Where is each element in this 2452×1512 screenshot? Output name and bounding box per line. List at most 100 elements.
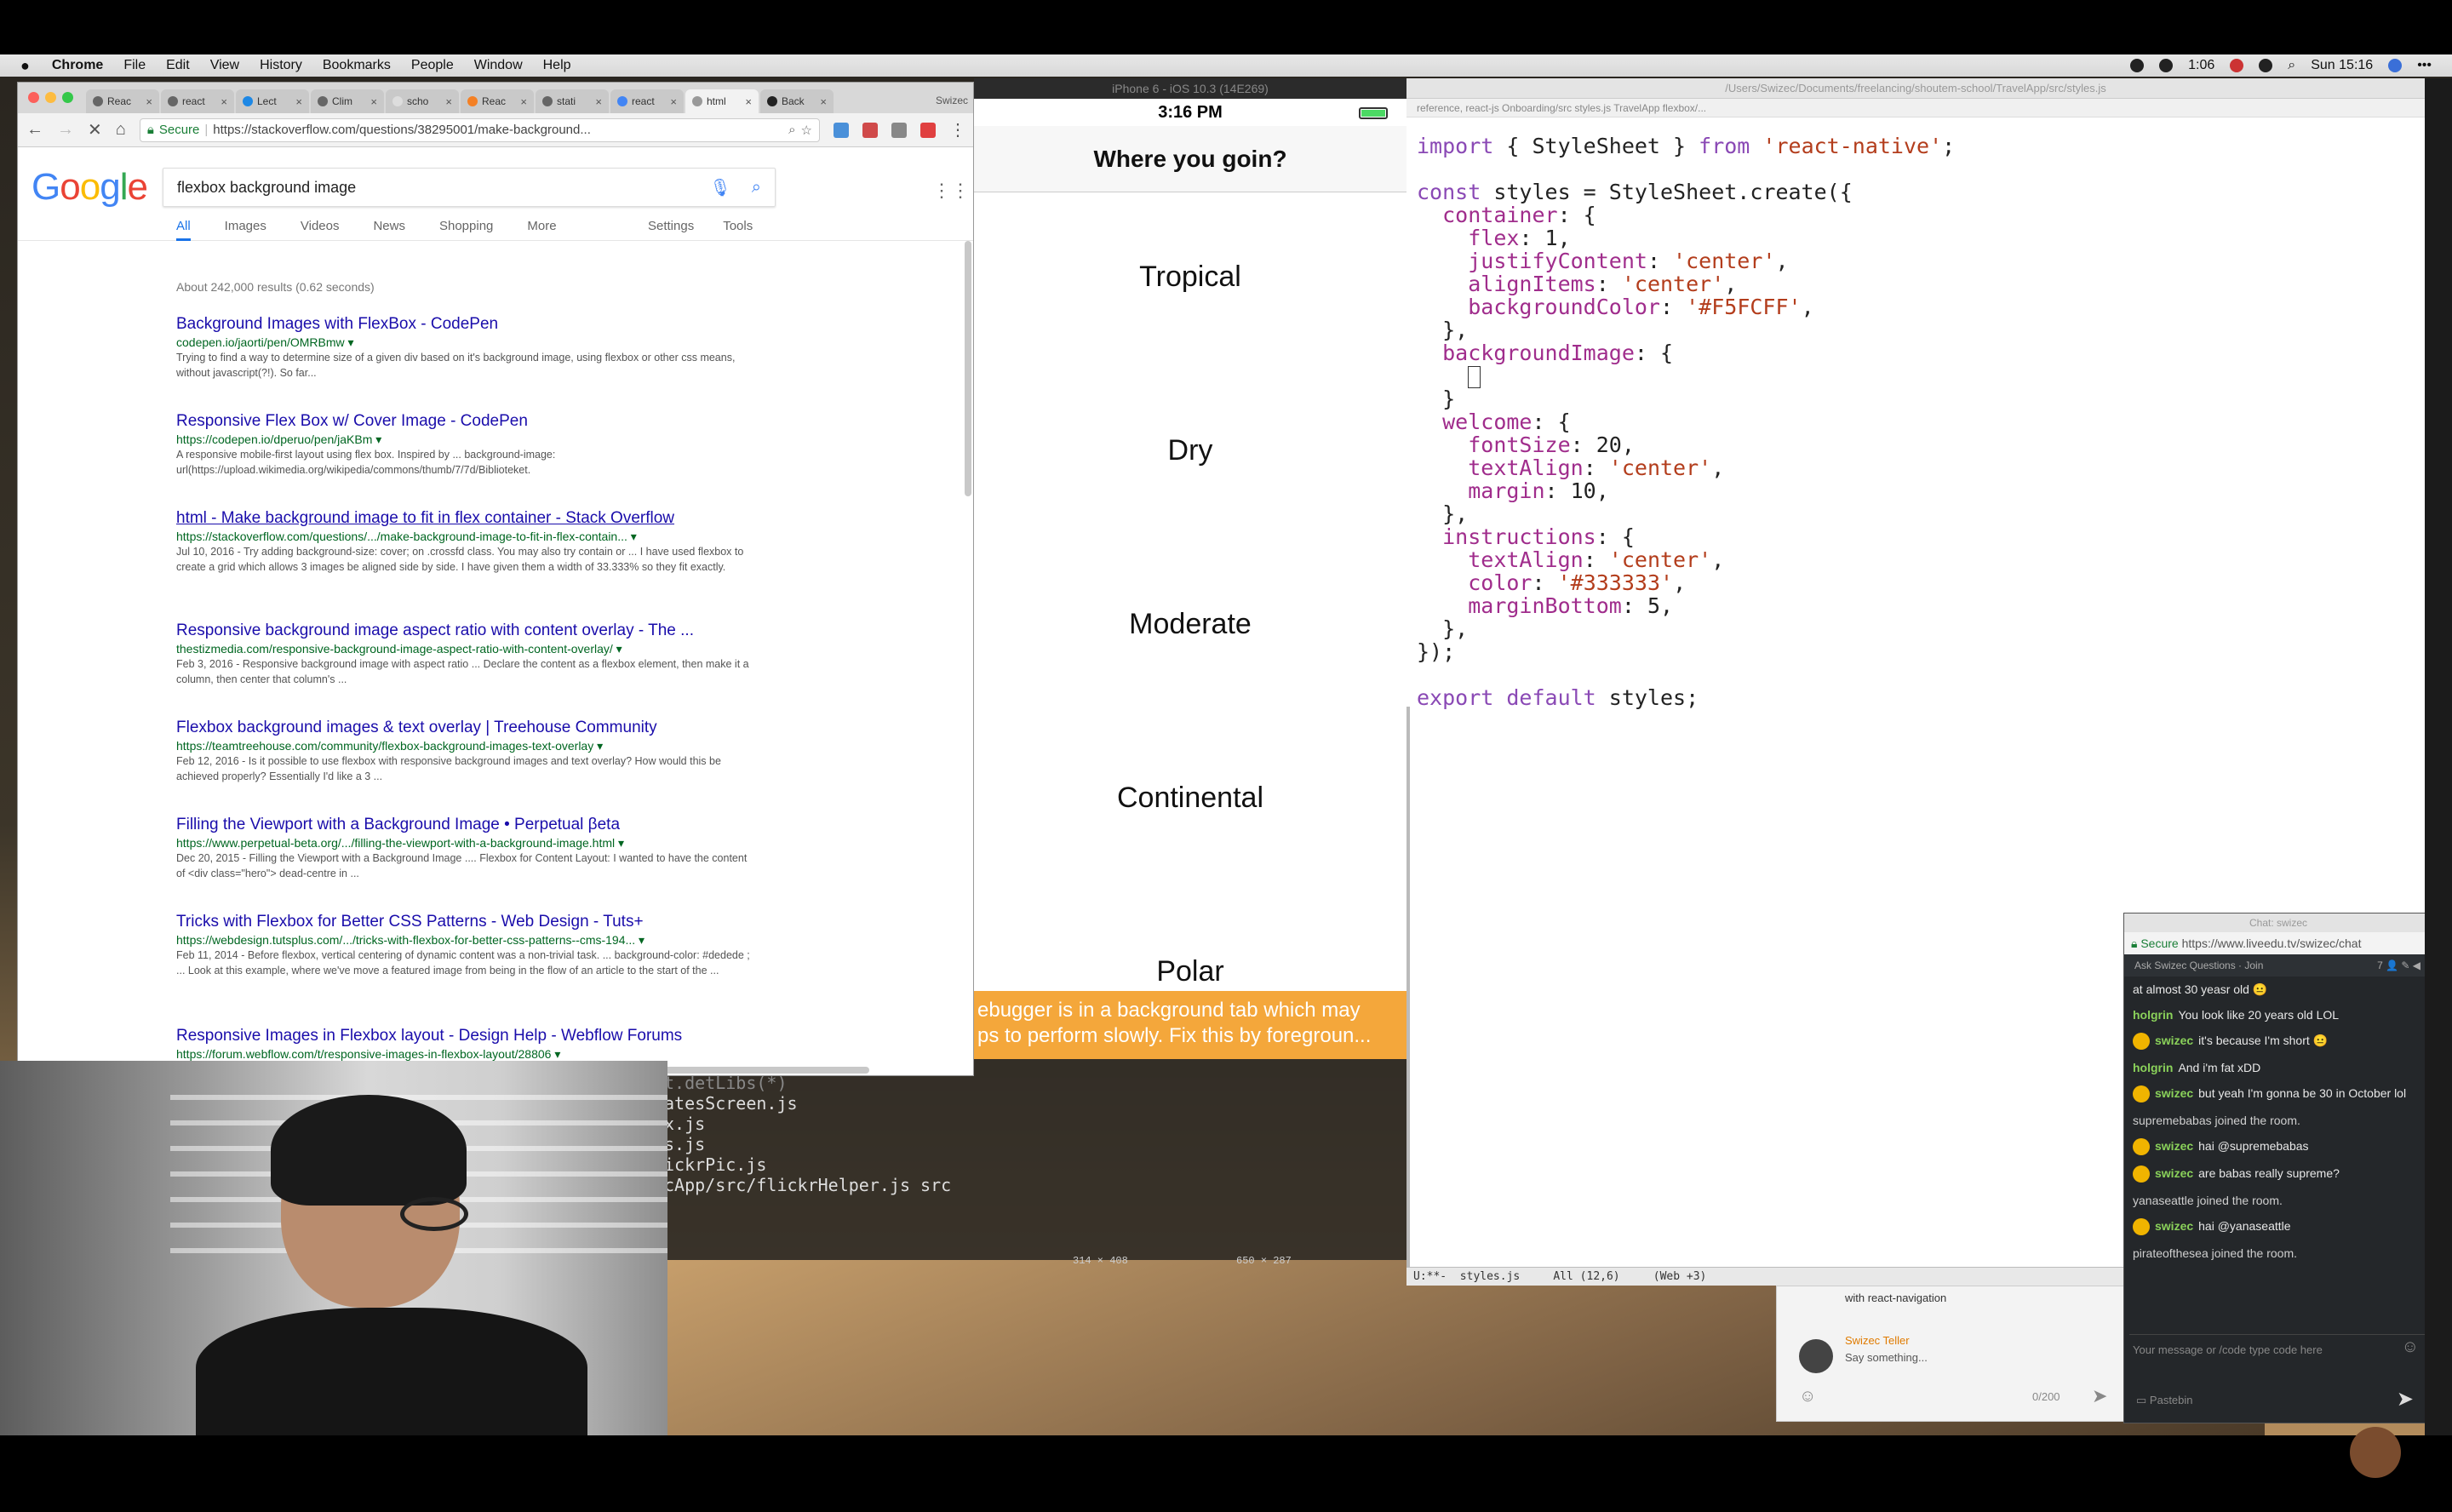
code-line[interactable] bbox=[1417, 364, 2416, 388]
menu-help[interactable]: Help bbox=[543, 58, 571, 73]
menubar-clock[interactable]: Sun 15:16 bbox=[2311, 58, 2373, 73]
result-url[interactable]: https://forum.webflow.com/t/responsive-i… bbox=[176, 1046, 755, 1062]
code-line[interactable] bbox=[1417, 663, 2416, 686]
tab-close-icon[interactable]: × bbox=[820, 95, 827, 108]
result-title-link[interactable]: Responsive Flex Box w/ Cover Image - Cod… bbox=[176, 411, 755, 432]
tab-close-icon[interactable]: × bbox=[221, 95, 227, 108]
window-close-button[interactable] bbox=[28, 92, 39, 103]
code-line[interactable]: } bbox=[1417, 387, 2416, 410]
extension-icon[interactable] bbox=[920, 122, 936, 138]
code-line[interactable]: backgroundImage: { bbox=[1417, 341, 2416, 364]
window-zoom-button[interactable] bbox=[62, 92, 73, 103]
menu-view[interactable]: View bbox=[210, 58, 239, 73]
code-line[interactable]: }, bbox=[1417, 318, 2416, 341]
menu-edit[interactable]: Edit bbox=[166, 58, 190, 73]
zoom-icon[interactable]: ⌕ bbox=[788, 123, 795, 137]
chat-username[interactable]: swizec bbox=[2155, 1086, 2193, 1100]
result-title-link[interactable]: Responsive background image aspect ratio… bbox=[176, 621, 755, 641]
result-url[interactable]: https://codepen.io/dperuo/pen/jaKBm ▾ bbox=[176, 432, 755, 447]
menu-people[interactable]: People bbox=[411, 58, 454, 73]
tab-close-icon[interactable]: × bbox=[445, 95, 452, 108]
google-logo[interactable]: Google bbox=[32, 166, 148, 209]
code-line[interactable]: welcome: { bbox=[1417, 410, 2416, 433]
avatar[interactable] bbox=[2133, 1138, 2150, 1155]
tab-close-icon[interactable]: × bbox=[520, 95, 527, 108]
result-url[interactable]: codepen.io/jaorti/pen/OMRBmw ▾ bbox=[176, 335, 755, 350]
google-search-input[interactable]: flexbox background image 🎙︎ ⌕ bbox=[163, 168, 776, 207]
result-title-link[interactable]: Responsive Images in Flexbox layout - De… bbox=[176, 1026, 755, 1046]
vertical-scrollbar[interactable] bbox=[965, 241, 971, 496]
code-line[interactable]: color: '#333333', bbox=[1417, 571, 2416, 594]
code-line[interactable]: container: { bbox=[1417, 203, 2416, 226]
code-line[interactable]: import { StyleSheet } from 'react-native… bbox=[1417, 135, 2416, 158]
emoji-icon[interactable]: ☺ bbox=[1799, 1387, 1816, 1406]
code-line[interactable]: }, bbox=[1417, 617, 2416, 640]
tab-close-icon[interactable]: × bbox=[745, 95, 752, 108]
window-minimize-button[interactable] bbox=[45, 92, 56, 103]
code-line[interactable]: alignItems: 'center', bbox=[1417, 272, 2416, 295]
chat-username[interactable]: swizec bbox=[2155, 1219, 2193, 1233]
chrome-tab[interactable]: stati × bbox=[536, 89, 609, 113]
omnibox[interactable]: 🔒︎ Secure | https://stackoverflow.com/qu… bbox=[139, 117, 820, 142]
code-line[interactable]: }, bbox=[1417, 502, 2416, 525]
send-icon[interactable]: ➤ bbox=[2092, 1385, 2107, 1407]
result-title-link[interactable]: Background Images with FlexBox - CodePen bbox=[176, 314, 755, 335]
code-line[interactable]: export default styles; bbox=[1417, 686, 2416, 709]
tab-close-icon[interactable]: × bbox=[370, 95, 377, 108]
tab-close-icon[interactable]: × bbox=[595, 95, 602, 108]
extension-icon[interactable] bbox=[862, 122, 878, 138]
menu-file[interactable]: File bbox=[123, 58, 146, 73]
code-line[interactable]: backgroundColor: '#F5FCFF', bbox=[1417, 295, 2416, 318]
result-url[interactable]: thestizmedia.com/responsive-background-i… bbox=[176, 641, 755, 656]
chrome-tab[interactable]: Lect × bbox=[236, 89, 309, 113]
record-icon[interactable] bbox=[2130, 59, 2145, 72]
chat-header-title[interactable]: Ask Swizec Questions · Join bbox=[2134, 959, 2263, 971]
pastebin-button[interactable]: Pastebin bbox=[2150, 1394, 2193, 1406]
chrome-tab-active[interactable]: html × bbox=[685, 89, 759, 113]
avatar[interactable] bbox=[2133, 1033, 2150, 1050]
menu-app-name[interactable]: Chrome bbox=[52, 58, 103, 73]
spotlight-icon[interactable]: ⌕ bbox=[2288, 58, 2295, 73]
avatar[interactable] bbox=[2133, 1166, 2150, 1183]
result-title-link[interactable]: html - Make background image to fit in f… bbox=[176, 508, 755, 529]
tab-close-icon[interactable]: × bbox=[670, 95, 677, 108]
result-title-link[interactable]: Filling the Viewport with a Background I… bbox=[176, 815, 755, 835]
search-icon[interactable]: ⌕ bbox=[752, 178, 761, 198]
avatar[interactable] bbox=[2133, 1218, 2150, 1235]
menu-history[interactable]: History bbox=[260, 58, 302, 73]
google-apps-icon[interactable]: ⋮⋮⋮ bbox=[932, 180, 973, 202]
option-dry[interactable]: Dry bbox=[974, 434, 1406, 467]
chat-username[interactable]: swizec bbox=[2155, 1166, 2193, 1180]
tab-shopping[interactable]: Shopping bbox=[439, 219, 493, 241]
battery-time[interactable]: 1:06 bbox=[2188, 58, 2214, 73]
home-icon[interactable]: ⌂ bbox=[116, 120, 126, 140]
chrome-tab[interactable]: react × bbox=[610, 89, 684, 113]
extension-icon[interactable] bbox=[834, 122, 849, 138]
code-line[interactable]: }); bbox=[1417, 640, 2416, 663]
chrome-tab[interactable]: scho × bbox=[386, 89, 459, 113]
result-title-link[interactable]: Flexbox background images & text overlay… bbox=[176, 718, 755, 738]
chat-username[interactable]: holgrin bbox=[2133, 1008, 2173, 1022]
chrome-tab[interactable]: Reac × bbox=[461, 89, 534, 113]
bookmark-star-icon[interactable]: ☆ bbox=[801, 123, 812, 138]
settings-link[interactable]: Settings bbox=[648, 219, 694, 233]
chrome-tab[interactable]: Back × bbox=[760, 89, 834, 113]
pastebin-icon[interactable]: ▭ bbox=[2136, 1394, 2146, 1406]
chrome-tab[interactable]: Reac × bbox=[86, 89, 159, 113]
tab-all[interactable]: All bbox=[176, 219, 191, 241]
chat-username[interactable]: swizec bbox=[2155, 1034, 2193, 1047]
code-line[interactable]: instructions: { bbox=[1417, 525, 2416, 548]
tab-close-icon[interactable]: × bbox=[295, 95, 302, 108]
tab-images[interactable]: Images bbox=[225, 219, 266, 241]
option-tropical[interactable]: Tropical bbox=[974, 261, 1406, 294]
extension-icon[interactable] bbox=[891, 122, 907, 138]
result-title-link[interactable]: Tricks with Flexbox for Better CSS Patte… bbox=[176, 912, 755, 932]
chat-say-input[interactable]: Say something... bbox=[1845, 1351, 1928, 1364]
tab-close-icon[interactable]: × bbox=[146, 95, 152, 108]
wifi-icon[interactable] bbox=[2259, 59, 2273, 72]
option-continental[interactable]: Continental bbox=[974, 782, 1406, 815]
result-url[interactable]: https://stackoverflow.com/questions/.../… bbox=[176, 529, 755, 544]
code-line[interactable]: textAlign: 'center', bbox=[1417, 548, 2416, 571]
code-line[interactable]: const styles = StyleSheet.create({ bbox=[1417, 180, 2416, 203]
back-arrow-icon[interactable]: ← bbox=[26, 120, 43, 140]
